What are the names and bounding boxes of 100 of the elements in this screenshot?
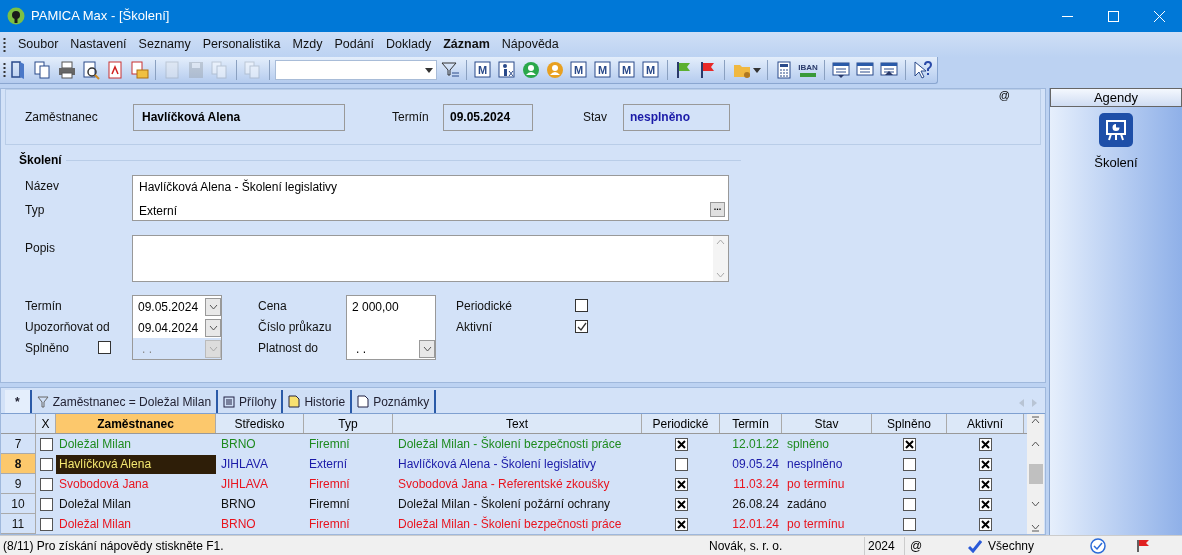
type-value: Externí [139,203,177,220]
preview-icon[interactable] [80,59,102,81]
scroll-bottom-icon[interactable] [1031,524,1040,532]
dropdown-button[interactable] [205,297,221,316]
column-header[interactable]: Středisko [216,414,304,433]
menu-item[interactable]: Personalistika [196,35,287,54]
window-down-icon[interactable] [830,59,852,81]
table-cell-text: po termínu [786,516,846,533]
checkbox[interactable] [903,497,916,511]
table-cell-text: Doležal Milan [58,436,133,453]
help-icon[interactable] [911,59,933,81]
column-header[interactable]: Periodické [642,414,720,433]
row-number[interactable]: 8 [1,454,36,474]
price-field[interactable]: 2 000,00 [347,296,435,317]
remind-date-field[interactable]: 09.04.2024 [133,317,221,338]
menu-item[interactable]: Seznamy [132,35,197,54]
checkbox[interactable] [903,477,916,491]
column-header[interactable]: Zaměstnanec [56,414,216,433]
agendas-header[interactable]: Agendy [1050,88,1182,107]
table-cell-text: BRNO [220,436,257,453]
field-label: Název [25,178,60,195]
row-number[interactable]: 9 [1,474,36,494]
date-field[interactable]: 09.05.2024 [133,296,221,317]
browse-button[interactable]: ... [710,202,725,217]
row-number[interactable]: 10 [1,494,36,514]
table-cell-text: JIHLAVA [220,476,269,493]
row-number[interactable]: 7 [1,434,36,454]
scrollbar-thumb[interactable] [1028,464,1043,484]
checkbox[interactable] [979,437,992,451]
menu-item[interactable]: Nastavení [64,35,133,54]
checkbox[interactable] [39,497,53,511]
dropdown-button[interactable] [419,339,435,358]
table-cell-text: Doležal Milan [58,496,133,513]
checkbox[interactable] [674,457,688,471]
checkbox[interactable] [903,517,916,531]
letter-plus-icon[interactable]: M [640,59,662,81]
letter-clock-icon[interactable]: M [568,59,590,81]
menu-item[interactable]: Podání [328,35,381,54]
checkbox[interactable] [39,437,53,451]
grid-tab[interactable]: Poznámky [352,390,437,413]
training-name-type-field[interactable]: Havlíčková Alena - Školení legislativy Externí ... [132,175,729,221]
table-cell-text: Firemní [308,496,351,513]
grid-tab[interactable]: * [5,390,32,413]
checkbox[interactable] [674,477,688,491]
field-label: Popis [25,241,56,255]
column-header[interactable]: X [36,414,56,433]
checkbox[interactable] [674,437,688,451]
mail-icon[interactable] [128,59,150,81]
grid-tab[interactable]: Historie [283,390,353,413]
checkbox[interactable] [39,477,53,491]
menu-item[interactable]: Soubor [12,35,65,54]
checkbox[interactable] [903,457,916,471]
column-header[interactable]: Text [393,414,642,433]
field-label: Upozorňovat od [25,318,110,336]
checkbox[interactable] [575,299,588,312]
dropdown-button[interactable] [205,318,221,337]
column-header[interactable]: Aktivní [947,414,1024,433]
field-label: Termín [25,297,62,315]
table-cell-text: po termínu [786,476,846,493]
table-cell-text: Havlíčková Alena - Školení legislativy [397,455,598,473]
checkbox[interactable] [98,341,111,354]
column-header[interactable]: Splněno [872,414,947,433]
letter-icon[interactable]: M [472,59,494,81]
check-circle-icon[interactable] [1090,537,1106,554]
checkbox[interactable] [979,517,992,531]
menu-item[interactable]: Nápověda [495,35,565,54]
print-icon[interactable] [56,59,78,81]
checkbox[interactable] [979,497,992,511]
checkbox[interactable] [674,497,688,511]
grid-tab[interactable]: Přílohy [218,390,284,413]
checkbox[interactable] [979,457,992,471]
page-icon [357,395,370,408]
scroll-down-icon[interactable] [1031,501,1040,507]
checkbox[interactable] [39,457,53,471]
column-header[interactable]: Termín [720,414,782,433]
checkbox[interactable] [575,320,588,333]
agenda-label[interactable]: Školení [1094,153,1138,173]
checkbox[interactable] [674,517,688,531]
column-header[interactable]: Typ [304,414,393,433]
cross-mark-icon [676,479,686,489]
checkbox[interactable] [979,477,992,491]
scroll-up-icon[interactable] [1031,441,1040,447]
table-cell-text: zadáno [786,496,828,513]
checkbox[interactable] [903,437,916,451]
checkbox[interactable] [39,517,53,531]
row-number[interactable]: 11 [1,514,36,534]
filter-label[interactable]: Všechny [988,536,1080,555]
scroll-top-icon[interactable] [1031,416,1040,424]
scrollbar[interactable] [1027,414,1044,534]
menu-item[interactable]: Doklady [380,35,438,54]
grid-tab[interactable]: Zaměstnanec = Doležal Milan [31,390,219,413]
presentation-board-icon[interactable] [1099,113,1133,147]
valid-until-field[interactable]: . . [347,338,435,359]
menu-item[interactable]: Mzdy [286,35,329,54]
letter-check-icon[interactable]: M [592,59,614,81]
table-cell-text: BRNO [220,516,257,533]
letter-icon[interactable]: M [616,59,638,81]
flag-icon[interactable] [1136,538,1150,553]
column-header[interactable]: Stav [782,414,872,433]
menu-item[interactable]: Záznam [437,35,496,54]
